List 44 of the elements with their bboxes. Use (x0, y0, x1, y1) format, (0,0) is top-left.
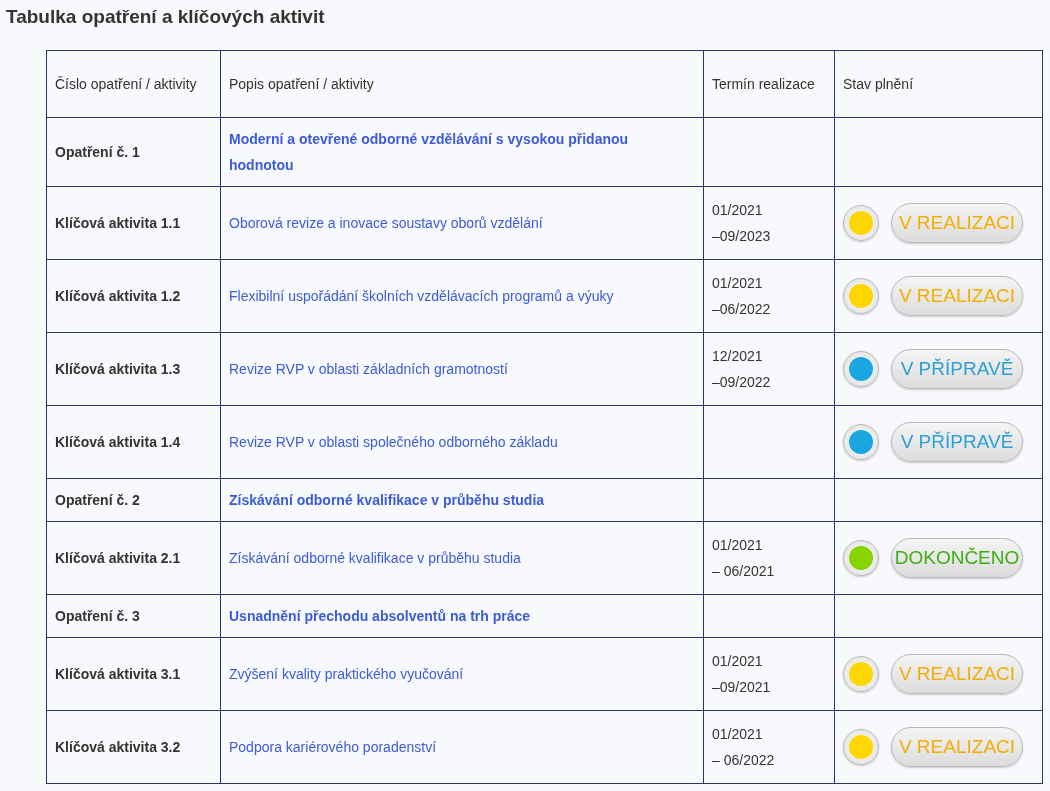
activity-number: Klíčová aktivita 1.1 (55, 215, 181, 231)
activity-number: Klíčová aktivita 1.4 (55, 434, 181, 450)
term-date: 12/2021 (712, 347, 764, 366)
activity-link[interactable]: Flexibilní uspořádání školních vzdělávacích programů a výuky (229, 288, 614, 304)
activity-link[interactable]: Zvýšení kvality praktického vyučování (229, 666, 464, 682)
measure-number: Opatření č. 2 (55, 492, 140, 508)
status-badge: DOKONČENO (891, 538, 1023, 578)
term-date: – 06/2022 (712, 751, 776, 770)
term-date: 01/2021 (712, 201, 764, 220)
activity-link[interactable]: Revize RVP v oblasti základních gramotností (229, 361, 508, 377)
measure-title: Usnadnění přechodu absolventů na trh práce (229, 608, 531, 624)
activity-link[interactable]: Oborová revize a inovace soustavy oborů vzdělání (229, 215, 543, 231)
column-header: Popis opatření / aktivity (229, 76, 374, 92)
activity-link[interactable]: Získávání odborné kvalifikace v průběhu studia (229, 550, 521, 566)
measure-title: Moderní a otevřené odborné vzdělávání s vysokou přidanou hodnotou (229, 131, 629, 173)
term-date: 01/2021 (712, 536, 764, 555)
column-header: Číslo opatření / aktivity (55, 76, 197, 92)
term-date: 01/2021 (712, 652, 764, 671)
activity-number: Klíčová aktivita 1.2 (55, 288, 181, 304)
term-date: –06/2022 (712, 300, 772, 319)
measure-title: Získávání odborné kvalifikace v průběhu studia (229, 492, 545, 508)
term-date: –09/2023 (712, 227, 772, 246)
status-badge: V PŘÍPRAVĚ (891, 422, 1023, 462)
status-badge: V PŘÍPRAVĚ (891, 349, 1023, 389)
activity-number: Klíčová aktivita 2.1 (55, 550, 181, 566)
term-date: –09/2022 (712, 373, 772, 392)
status-badge: V REALIZACI (891, 276, 1023, 316)
term-date: 01/2021 (712, 725, 764, 744)
activity-number: Klíčová aktivita 1.3 (55, 361, 181, 377)
column-header: Termín realizace (712, 76, 815, 92)
activity-number: Klíčová aktivita 3.1 (55, 666, 181, 682)
activity-link[interactable]: Revize RVP v oblasti společného odborného základu (229, 434, 558, 450)
page-title: Tabulka opatření a klíčových aktivit (6, 6, 325, 28)
status-badge: V REALIZACI (891, 727, 1023, 767)
status-badge: V REALIZACI (891, 654, 1023, 694)
activity-number: Klíčová aktivita 3.2 (55, 739, 181, 755)
measure-number: Opatření č. 3 (55, 608, 140, 624)
status-badge: V REALIZACI (891, 203, 1023, 243)
term-date: –09/2021 (712, 678, 772, 697)
column-header: Stav plnění (843, 76, 914, 92)
term-date: – 06/2021 (712, 562, 776, 581)
measure-number: Opatření č. 1 (55, 144, 140, 160)
term-date: 01/2021 (712, 274, 764, 293)
activity-link[interactable]: Podpora kariérového poradenství (229, 739, 437, 755)
